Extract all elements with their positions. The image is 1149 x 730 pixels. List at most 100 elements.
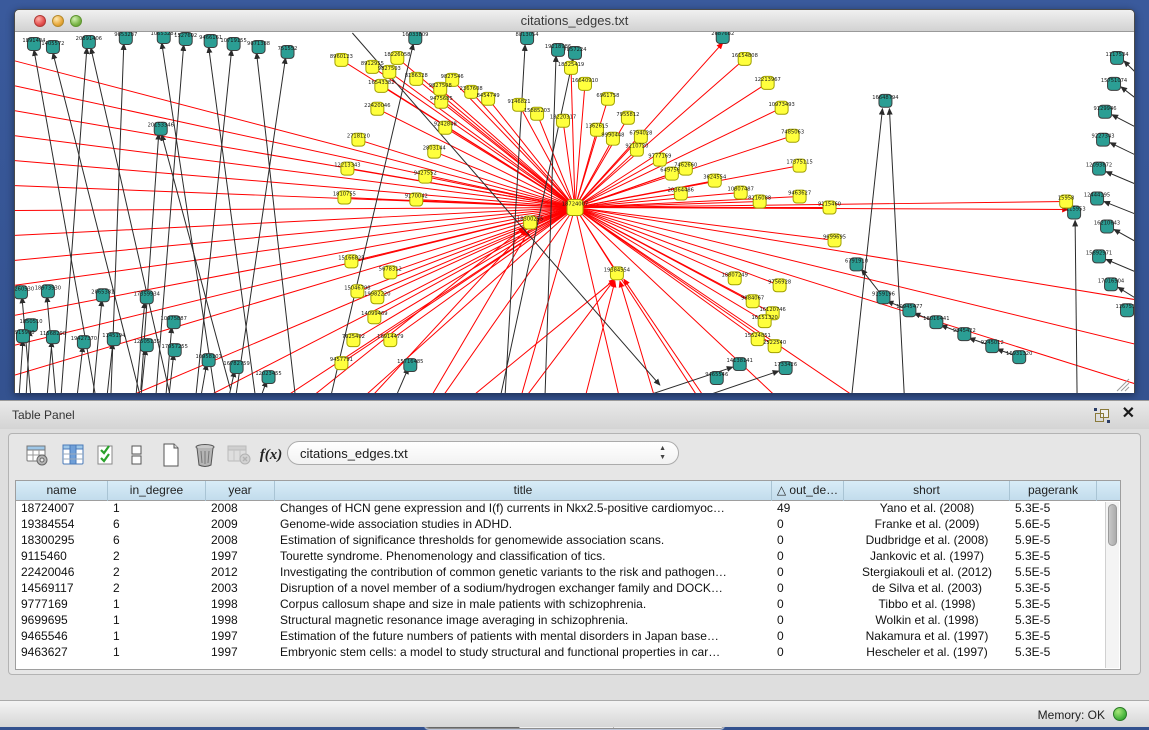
cited-node[interactable]: 1733426: [774, 362, 797, 375]
paper-node[interactable]: 2522540: [763, 340, 786, 353]
column-header-title[interactable]: title: [275, 481, 772, 501]
cited-node[interactable]: 751552: [278, 45, 298, 58]
paper-node[interactable]: 9475685: [430, 95, 453, 108]
network-window[interactable]: citations_edges.txt 18914041405572208914…: [14, 9, 1135, 393]
cited-node[interactable]: 11568290: [40, 331, 66, 344]
paper-node[interactable]: 17375115: [786, 159, 812, 172]
column-header-year[interactable]: year: [206, 481, 275, 501]
paper-node[interactable]: 15958: [1058, 195, 1074, 208]
paper-node[interactable]: 16640910: [572, 77, 598, 90]
column-header-out_de[interactable]: △ out_de…: [772, 481, 844, 501]
paper-node[interactable]: 7625402: [342, 334, 365, 347]
delete-table-icon[interactable]: [191, 441, 219, 469]
cited-node[interactable]: 10719155: [220, 37, 246, 50]
column-header-short[interactable]: short: [844, 481, 1010, 501]
paper-node[interactable]: 9210720: [625, 143, 648, 156]
scrollbar-thumb[interactable]: [1108, 504, 1117, 546]
cited-node[interactable]: 25260530: [15, 286, 34, 299]
cited-node[interactable]: 16931320: [1006, 351, 1032, 364]
paper-node[interactable]: 9827508: [429, 82, 452, 95]
paper-node[interactable]: 9990448: [601, 132, 624, 145]
paper-node[interactable]: 15885203: [524, 107, 550, 120]
paper-node[interactable]: 18807249: [722, 272, 748, 285]
paper-node[interactable]: 9756928: [768, 279, 791, 292]
paper-node[interactable]: 19384554: [604, 267, 630, 280]
paper-node[interactable]: 9827503: [378, 65, 401, 78]
paper-node[interactable]: 12213967: [754, 76, 780, 89]
cited-node[interactable]: 14138141: [727, 358, 753, 371]
select-columns-icon[interactable]: [93, 441, 121, 469]
window-titlebar[interactable]: citations_edges.txt: [15, 10, 1134, 32]
cited-node[interactable]: 10975887: [161, 316, 187, 329]
table-row[interactable]: 969969511998Structural magnetic resonanc…: [16, 613, 1120, 629]
table-row[interactable]: 1872400712008Changes of HCN gene express…: [16, 501, 1120, 517]
paper-node[interactable]: 8186328: [405, 72, 428, 85]
cited-node[interactable]: 1145194: [102, 333, 125, 346]
cited-node[interactable]: 19427370: [71, 336, 97, 349]
paper-node[interactable]: 9884067: [741, 295, 764, 308]
cited-node[interactable]: 15892971: [1086, 250, 1112, 263]
paper-node[interactable]: 9463627: [788, 190, 811, 203]
cited-node[interactable]: 10653287: [151, 32, 177, 43]
cited-node[interactable]: 9466161: [199, 34, 222, 47]
cited-node[interactable]: 1167533: [1115, 304, 1134, 317]
cited-node[interactable]: 20891406: [76, 35, 102, 48]
table-row[interactable]: 946554611997Estimation of the future num…: [16, 629, 1120, 645]
paper-node[interactable]: 9427552: [414, 170, 437, 183]
paper-node[interactable]: 5678312: [379, 266, 402, 279]
paper-node[interactable]: 9457791: [330, 357, 353, 370]
vertical-scrollbar[interactable]: [1105, 502, 1119, 668]
paper-node[interactable]: 16154808: [732, 52, 758, 65]
cited-node[interactable]: 18973930: [35, 285, 61, 298]
cited-node[interactable]: 9465546: [705, 372, 728, 385]
cited-node[interactable]: 12093872: [1086, 162, 1112, 175]
cited-node[interactable]: 6791910: [845, 258, 868, 271]
paper-node[interactable]: 7955812: [616, 111, 639, 124]
cited-node[interactable]: 12023455: [255, 371, 281, 384]
cited-node[interactable]: 16033809: [402, 32, 428, 44]
table-row[interactable]: 1830029562008Estimation of significance …: [16, 533, 1120, 549]
cited-node[interactable]: 9653287: [114, 32, 137, 44]
table-row[interactable]: 911546021997Tourette syndrome. Phenomeno…: [16, 549, 1120, 565]
paper-node[interactable]: 2803144: [423, 145, 446, 158]
paper-node[interactable]: 12213343: [334, 162, 360, 175]
cited-node[interactable]: 7857224: [563, 46, 586, 59]
table-select-dropdown[interactable]: citations_edges.txt ▲▼: [287, 441, 679, 465]
citation-network-graph[interactable]: 1891404140557220891406965328710653287152…: [15, 32, 1134, 393]
cited-node[interactable]: 20153346: [148, 122, 174, 135]
paper-node[interactable]: 3624554: [703, 174, 726, 187]
table-options-icon[interactable]: [23, 441, 51, 469]
paper-node[interactable]: 16914479: [377, 334, 403, 347]
column-header-in_degree[interactable]: in_degree: [108, 481, 206, 501]
table-row[interactable]: 1456911722003Disruption of a novel membe…: [16, 581, 1120, 597]
paper-node[interactable]: 8454749: [477, 92, 500, 105]
paper-node[interactable]: 15166825: [338, 255, 364, 268]
cited-node[interactable]: 15716485: [397, 359, 423, 372]
paper-node[interactable]: 16151320: [751, 315, 777, 328]
show-columns-icon[interactable]: [59, 441, 87, 469]
cited-node[interactable]: 1527602: [174, 32, 197, 45]
column-header-pagerank[interactable]: pagerank: [1010, 481, 1097, 501]
table-row[interactable]: 946362711997Embryonic stem cells: a mode…: [16, 645, 1120, 661]
paper-node[interactable]: 1810755: [333, 191, 356, 204]
table-row[interactable]: 1938455462009Genome-wide association stu…: [16, 517, 1120, 533]
column-header-name[interactable]: name: [16, 481, 108, 501]
cited-node[interactable]: 16782759: [223, 361, 249, 374]
paper-node[interactable]: 19982220: [364, 291, 390, 304]
cited-node[interactable]: 17359934: [134, 291, 160, 304]
cited-node[interactable]: 16648794: [872, 94, 898, 107]
paper-node[interactable]: 18325419: [558, 61, 584, 74]
float-panel-icon[interactable]: [1095, 409, 1109, 422]
cited-node[interactable]: 17957255: [162, 344, 188, 357]
table-row[interactable]: 2242004622012Investigating the contribut…: [16, 565, 1120, 581]
close-panel-icon[interactable]: ✕: [1122, 406, 1135, 422]
paper-node[interactable]: 9699695: [823, 234, 846, 247]
cited-node[interactable]: 9671388: [247, 40, 270, 53]
paper-node[interactable]: 8216088: [748, 195, 771, 208]
cited-node[interactable]: 1405572: [41, 40, 64, 53]
cited-node[interactable]: 9129946: [1094, 105, 1117, 118]
cited-node[interactable]: 8813054: [516, 32, 539, 44]
create-table-icon[interactable]: [157, 441, 185, 469]
cited-node[interactable]: 12444195: [1084, 192, 1110, 205]
cited-node[interactable]: 2687682: [711, 32, 734, 43]
